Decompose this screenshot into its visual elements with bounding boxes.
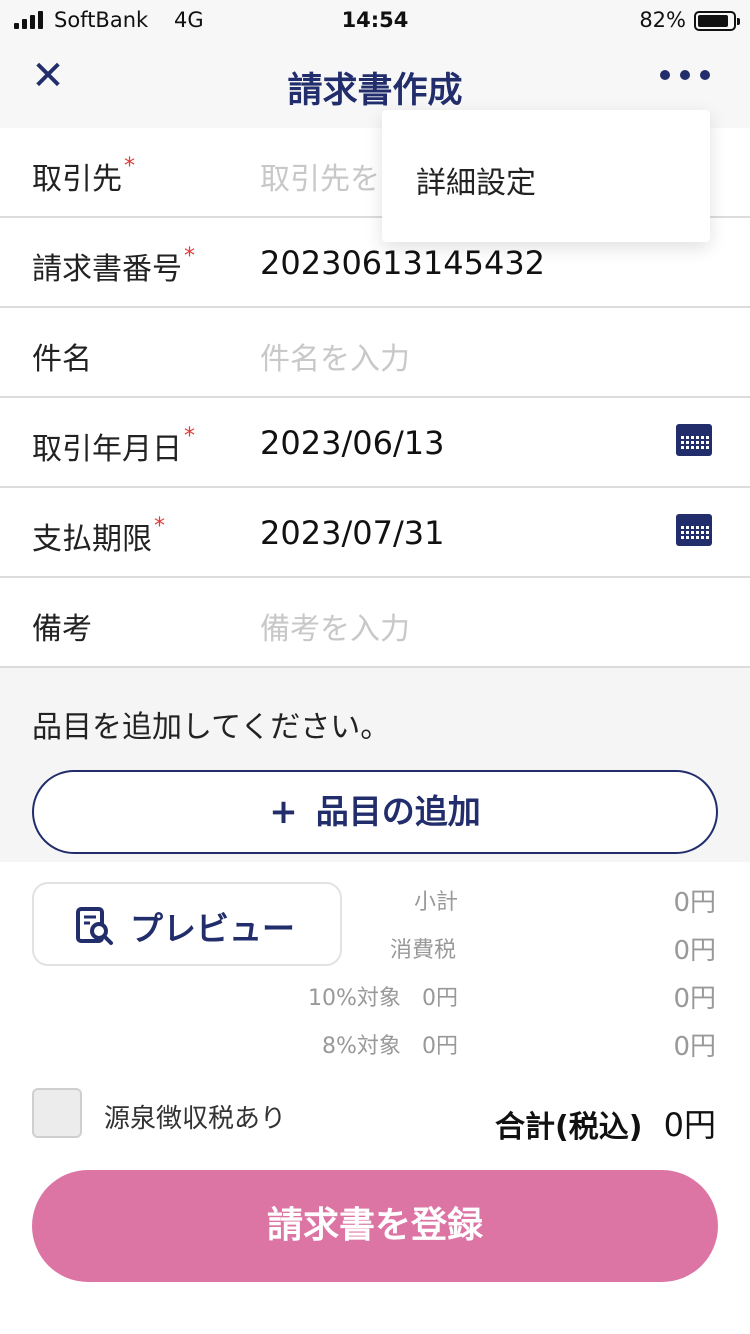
notes-label: 備考 [32, 612, 92, 647]
due-date-field[interactable]: 支払期限* 2023/07/31 [0, 488, 750, 578]
client-input[interactable]: 取引先を [260, 154, 380, 198]
invoice-number-input[interactable]: 20230613145432 [260, 244, 545, 282]
plus-icon: + [269, 792, 298, 832]
battery-percent: 82% [639, 8, 686, 32]
invoice-number-label: 請求書番号* [32, 244, 195, 287]
preview-button[interactable]: プレビュー [32, 882, 342, 966]
notes-field[interactable]: 備考 備考を入力 [0, 578, 750, 668]
register-invoice-button[interactable]: 請求書を登録 [32, 1170, 718, 1282]
menu-item-advanced-settings[interactable]: 詳細設定 [416, 158, 536, 202]
tax-label: 消費税 [390, 938, 457, 963]
page-title: 請求書作成 [287, 71, 463, 111]
tax8-value: 0円 [673, 1032, 716, 1062]
required-mark: * [124, 154, 135, 179]
tax8-label: 8%対象 [322, 1034, 401, 1059]
transaction-date-field[interactable]: 取引年月日* 2023/06/13 [0, 398, 750, 488]
tax-value: 0円 [673, 936, 716, 966]
tax10-value: 0円 [673, 984, 716, 1014]
overflow-menu: 詳細設定 [382, 110, 710, 242]
withholding-label: 源泉徴収税あり [104, 1104, 287, 1134]
items-section: 品目を追加してください。 + 品目の追加 [0, 670, 750, 862]
clock: 14:54 [341, 8, 409, 32]
add-item-button[interactable]: + 品目の追加 [32, 770, 718, 854]
add-item-label: 品目の追加 [315, 792, 481, 831]
preview-label: プレビュー [130, 909, 295, 948]
total-label: 合計(税込) [495, 1110, 643, 1145]
client-label: 取引先* [32, 154, 135, 197]
transaction-date-input[interactable]: 2023/06/13 [260, 424, 444, 462]
withholding-checkbox[interactable] [32, 1088, 82, 1138]
notes-input[interactable]: 備考を入力 [260, 604, 410, 648]
subtotal-label: 小計 [414, 890, 459, 915]
required-mark: * [154, 514, 165, 539]
preview-icon [76, 907, 113, 945]
summary-panel: プレビュー 小計 0円 消費税 0円 10%対象 0円 0円 8%対象 0円 0… [0, 862, 750, 1334]
items-hint: 品目を追加してください。 [32, 710, 391, 745]
status-bar: SoftBank 4G 14:54 82% [0, 0, 750, 40]
total-value: 0円 [663, 1106, 716, 1144]
tax10-inline-value: 0円 [422, 986, 458, 1011]
tax8-inline-value: 0円 [422, 1034, 458, 1059]
calendar-icon[interactable] [676, 424, 712, 456]
required-mark: * [184, 424, 195, 449]
due-date-label: 支払期限* [32, 514, 165, 557]
required-mark: * [184, 244, 195, 269]
more-dots-icon[interactable] [660, 70, 710, 80]
tax10-label: 10%対象 [308, 986, 401, 1011]
transaction-date-label: 取引年月日* [32, 424, 195, 467]
calendar-icon[interactable] [676, 514, 712, 546]
due-date-input[interactable]: 2023/07/31 [260, 514, 444, 552]
battery-icon [694, 11, 740, 31]
subject-input[interactable]: 件名を入力 [260, 334, 410, 378]
subject-field[interactable]: 件名 件名を入力 [0, 308, 750, 398]
subject-label: 件名 [32, 342, 92, 377]
subtotal-value: 0円 [673, 888, 716, 918]
